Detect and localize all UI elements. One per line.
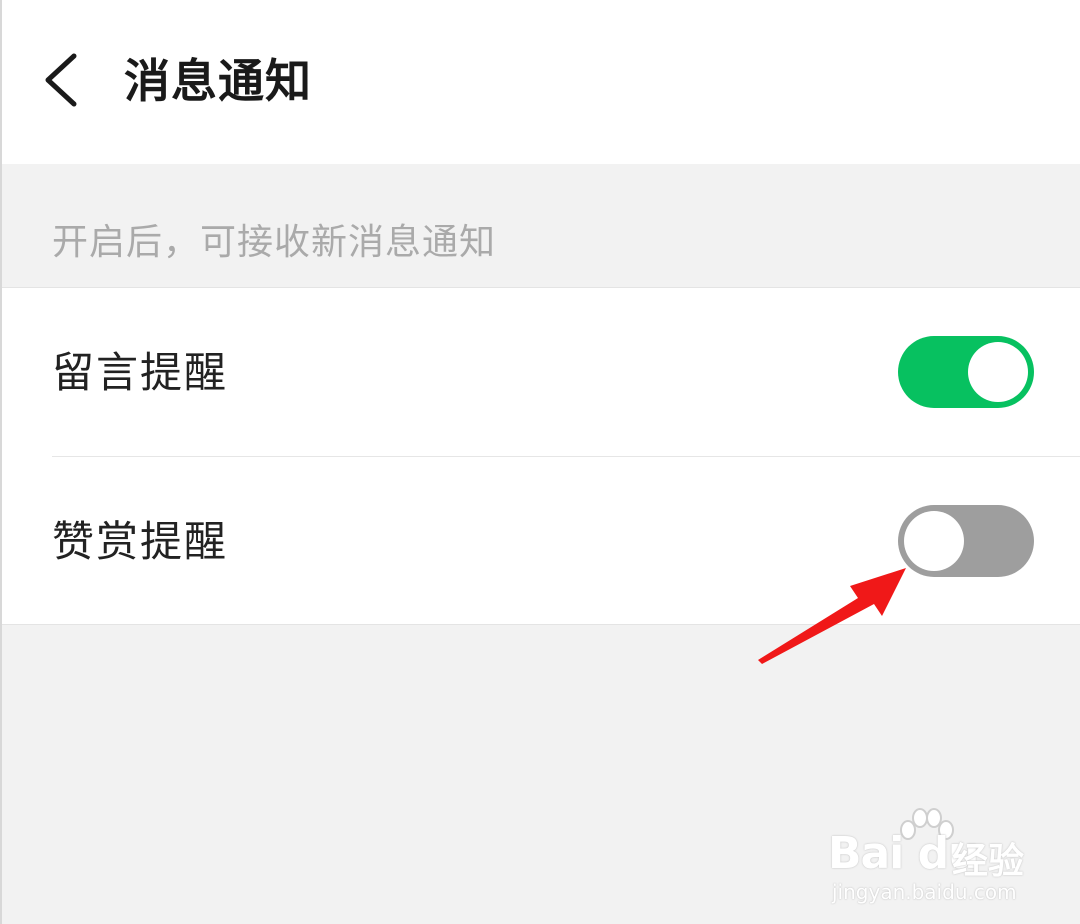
chevron-left-icon <box>45 53 77 107</box>
toggle-knob <box>968 342 1028 402</box>
section-hint: 开启后，可接收新消息通知 <box>52 222 497 263</box>
setting-label: 留言提醒 <box>52 348 229 397</box>
setting-row-message-reminder: 留言提醒 <box>2 288 1080 456</box>
navigation-header: 消息通知 <box>2 0 1080 164</box>
back-button[interactable] <box>32 48 96 112</box>
arrow-shape <box>758 568 906 664</box>
setting-label: 赞赏提醒 <box>52 517 229 566</box>
baidu-jingyan-watermark: Bai du 经验 jingyan.baidu.com <box>828 806 1028 906</box>
red-arrow-annotation <box>758 568 906 664</box>
watermark-url: jingyan.baidu.com <box>832 880 1017 904</box>
page-title: 消息通知 <box>124 54 312 108</box>
watermark-sub: 经验 <box>952 841 1025 882</box>
message-reminder-toggle[interactable] <box>898 336 1034 408</box>
